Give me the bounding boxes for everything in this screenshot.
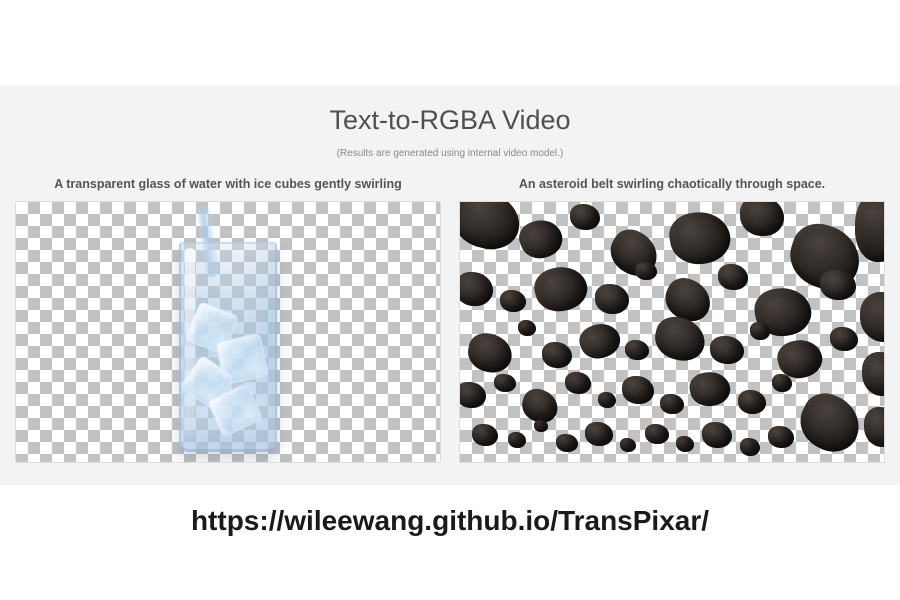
project-url: https://wileewang.github.io/TransPixar/ [0, 485, 900, 537]
example-asteroids: An asteroid belt swirling chaotically th… [459, 177, 885, 463]
video-frame-glass [15, 201, 441, 463]
asteroid-illustration [460, 202, 884, 462]
example-glass: A transparent glass of water with ice cu… [15, 177, 441, 463]
section-subtitle: (Results are generated using internal vi… [10, 148, 890, 159]
top-whitespace [0, 0, 900, 85]
example-caption: An asteroid belt swirling chaotically th… [459, 177, 885, 193]
section-title: Text-to-RGBA Video [10, 105, 890, 136]
glass-illustration [163, 212, 293, 462]
examples-row: A transparent glass of water with ice cu… [10, 177, 890, 463]
video-frame-asteroids [459, 201, 885, 463]
showcase-section: Text-to-RGBA Video (Results are generate… [0, 85, 900, 485]
example-caption: A transparent glass of water with ice cu… [15, 177, 441, 193]
